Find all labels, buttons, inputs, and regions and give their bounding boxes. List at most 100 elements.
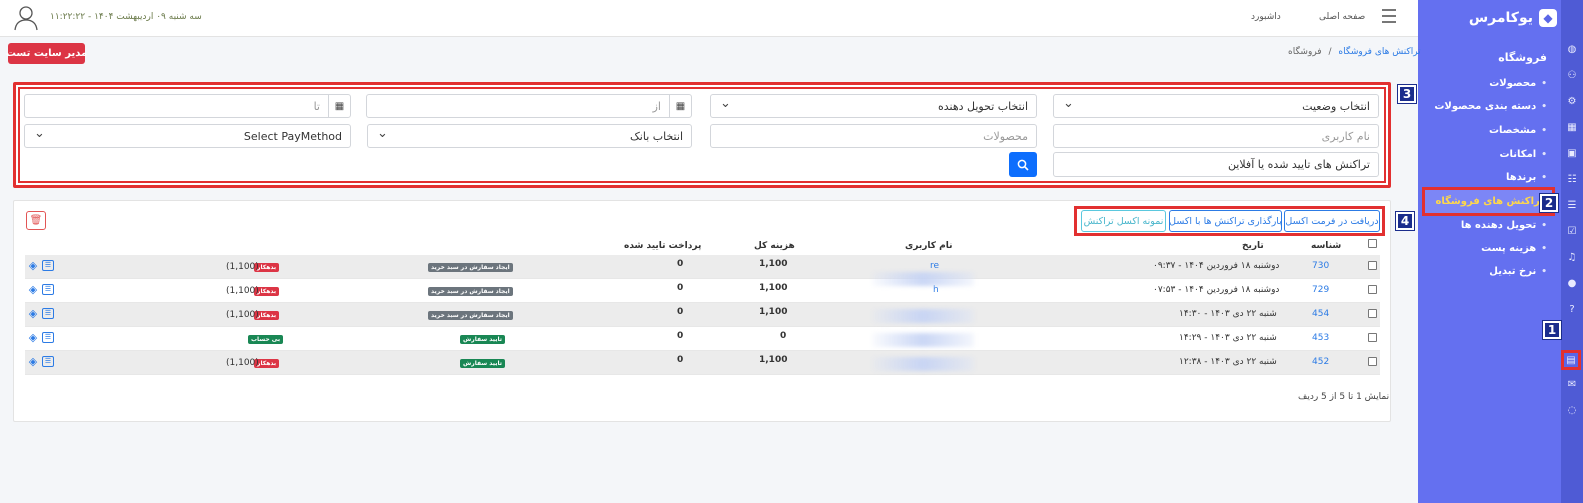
row-id-link[interactable]: 454 bbox=[1312, 309, 1329, 319]
row-date: دوشنبه ۱۸ فروردین ۱۴۰۴ - ۰۹:۳۷ bbox=[1153, 261, 1280, 271]
calendar-icon[interactable]: ▦ bbox=[1565, 120, 1579, 134]
wallet-icon[interactable]: ▣ bbox=[1565, 146, 1579, 160]
user-avatar-icon[interactable] bbox=[12, 3, 40, 31]
column-header-total[interactable]: هزینه کل bbox=[754, 241, 795, 251]
bulb-icon[interactable]: ● bbox=[1565, 276, 1579, 290]
column-header-paid[interactable]: پرداخت تایید شده bbox=[624, 241, 701, 251]
layers-icon[interactable]: ◈ bbox=[27, 332, 39, 343]
row-id-link[interactable]: 453 bbox=[1312, 333, 1329, 343]
breadcrumb-root[interactable]: فروشگاه bbox=[1288, 47, 1322, 57]
row-date: شنبه ۲۲ دی ۱۴۰۳ - ۱۲:۳۸ bbox=[1179, 357, 1277, 367]
store-icon[interactable]: ▤ bbox=[1561, 350, 1581, 370]
admin-user-button[interactable]: مدیر سایت تست bbox=[6, 43, 87, 64]
row-paid: 0 bbox=[677, 307, 684, 317]
row-checkbox[interactable] bbox=[1368, 309, 1377, 318]
debt-amount: (1,100) bbox=[226, 262, 259, 272]
status-select[interactable]: انتخاب وضعیت bbox=[1053, 94, 1379, 118]
calendar-icon[interactable]: ▦ bbox=[669, 95, 691, 117]
layers-icon[interactable]: ◈ bbox=[27, 260, 39, 271]
to-date-placeholder: تا bbox=[313, 99, 320, 113]
delete-button[interactable]: 🗑 bbox=[26, 211, 46, 230]
row-username[interactable]: re bbox=[930, 261, 939, 271]
bank-select-value: انتخاب بانک bbox=[629, 129, 683, 143]
sidebar-item-brands[interactable]: برندها • bbox=[1506, 172, 1547, 183]
column-header-date[interactable]: تاریخ bbox=[1242, 241, 1264, 251]
sidebar-item-features[interactable]: امکانات • bbox=[1499, 149, 1547, 160]
status-badge: ایجاد سفارش در سبد خرید bbox=[428, 287, 513, 296]
annotation-badge: 3 bbox=[1397, 84, 1417, 104]
row-date: شنبه ۲۲ دی ۱۴۰۳ - ۱۴:۳۰ bbox=[1179, 309, 1277, 319]
sample-excel-button[interactable]: نمونه اکسل تراکنش bbox=[1081, 210, 1166, 232]
from-date-field[interactable]: ▦ از bbox=[366, 94, 692, 118]
sidebar-item-categories[interactable]: دسته بندی محصولات • bbox=[1434, 101, 1547, 112]
search-button[interactable] bbox=[1009, 152, 1037, 177]
select-all-checkbox[interactable] bbox=[1368, 239, 1377, 248]
sidebar-item-specs[interactable]: مشخصات • bbox=[1489, 125, 1547, 136]
row-total: 1,100 bbox=[759, 307, 788, 317]
to-date-field[interactable]: ▦ تا bbox=[24, 94, 351, 118]
gear-icon[interactable]: ⚙ bbox=[1565, 94, 1579, 108]
bank-select[interactable]: انتخاب بانک bbox=[367, 124, 692, 148]
dot-icon: • bbox=[1541, 125, 1547, 136]
row-id-link[interactable]: 730 bbox=[1312, 261, 1329, 271]
details-icon[interactable]: ☰ bbox=[42, 260, 54, 271]
paymethod-select[interactable]: Select PayMethod bbox=[24, 124, 351, 148]
microphone-icon[interactable]: ♫ bbox=[1565, 250, 1579, 264]
team-icon[interactable]: ☷ bbox=[1565, 172, 1579, 186]
products-input[interactable]: محصولات bbox=[710, 124, 1037, 148]
help-icon[interactable]: ? bbox=[1565, 302, 1579, 316]
layers-icon[interactable]: ◈ bbox=[27, 284, 39, 295]
approved-filter-select[interactable]: تراکنش های تایید شده یا آفلاین bbox=[1053, 152, 1379, 177]
row-id-link[interactable]: 729 bbox=[1312, 285, 1329, 295]
username-input[interactable]: نام کاربری bbox=[1053, 124, 1379, 148]
import-excel-button[interactable]: بارگذاری تراکنش ها با اکسل bbox=[1169, 210, 1282, 232]
annotation-badge: 2 bbox=[1539, 193, 1559, 213]
status-badge: تایید سفارش bbox=[460, 359, 505, 368]
details-icon[interactable]: ☰ bbox=[42, 356, 54, 367]
export-excel-button[interactable]: دریافت در فرمت اکسل bbox=[1284, 210, 1380, 232]
users-icon[interactable]: ⚇ bbox=[1565, 68, 1579, 82]
row-checkbox[interactable] bbox=[1368, 333, 1377, 342]
status-badge: تایید سفارش bbox=[460, 335, 505, 344]
delivery-select[interactable]: انتخاب تحویل دهنده bbox=[710, 94, 1037, 118]
approved-filter-value: تراکنش های تایید شده یا آفلاین bbox=[1227, 158, 1370, 171]
globe-icon[interactable]: ◍ bbox=[1565, 42, 1579, 56]
sidebar: یوکامرس ◆ فروشگاه محصولات • دسته بندی محص… bbox=[1418, 0, 1561, 503]
sidebar-item-delivery[interactable]: تحویل دهنده ها • bbox=[1461, 220, 1547, 231]
breadcrumb-separator: / bbox=[1328, 47, 1332, 57]
dashboard-link[interactable]: داشبورد bbox=[1251, 12, 1281, 22]
sidebar-item-label: هزینه پست bbox=[1481, 243, 1537, 254]
details-icon[interactable]: ☰ bbox=[42, 332, 54, 343]
breadcrumb-current[interactable]: تراکنش های فروشگاه bbox=[1338, 47, 1420, 57]
row-checkbox[interactable] bbox=[1368, 285, 1377, 294]
sidebar-item-transactions[interactable]: تراکنش های فروشگاه bbox=[1422, 187, 1555, 216]
sidebar-item-exchange-rate[interactable]: نرخ تبدیل • bbox=[1489, 266, 1547, 277]
check-square-icon[interactable]: ☑ bbox=[1565, 224, 1579, 238]
sidebar-item-products[interactable]: محصولات • bbox=[1489, 78, 1547, 89]
breadcrumb: تراکنش های فروشگاه / فروشگاه bbox=[1288, 47, 1421, 57]
brand-name: یوکامرس bbox=[1468, 10, 1533, 26]
details-icon[interactable]: ☰ bbox=[42, 284, 54, 295]
row-date: شنبه ۲۲ دی ۱۴۰۳ - ۱۴:۲۹ bbox=[1179, 333, 1277, 343]
sidebar-item-shipping-cost[interactable]: هزینه پست • bbox=[1481, 243, 1547, 254]
chat-icon[interactable]: ◌ bbox=[1565, 403, 1579, 417]
dot-icon: • bbox=[1541, 78, 1547, 89]
hamburger-menu-icon[interactable] bbox=[1382, 9, 1396, 23]
details-icon[interactable]: ☰ bbox=[42, 308, 54, 319]
brand-logo[interactable]: یوکامرس ◆ bbox=[1427, 7, 1557, 29]
row-id-link[interactable]: 452 bbox=[1312, 357, 1329, 367]
dot-icon: • bbox=[1541, 172, 1547, 183]
row-total: 1,100 bbox=[759, 259, 788, 269]
from-date-placeholder: از bbox=[652, 99, 661, 113]
calendar-icon[interactable]: ▦ bbox=[328, 95, 350, 117]
column-header-id[interactable]: شناسه bbox=[1311, 241, 1341, 251]
layers-icon[interactable]: ◈ bbox=[27, 356, 39, 367]
home-link[interactable]: صفحه اصلی bbox=[1319, 12, 1365, 22]
mail-icon[interactable]: ✉ bbox=[1565, 377, 1579, 391]
row-username[interactable]: h bbox=[933, 285, 939, 295]
layers-icon[interactable]: ◈ bbox=[27, 308, 39, 319]
row-checkbox[interactable] bbox=[1368, 261, 1377, 270]
list-icon[interactable]: ☰ bbox=[1565, 198, 1579, 212]
row-checkbox[interactable] bbox=[1368, 357, 1377, 366]
column-header-username[interactable]: نام کاربری bbox=[905, 241, 953, 251]
